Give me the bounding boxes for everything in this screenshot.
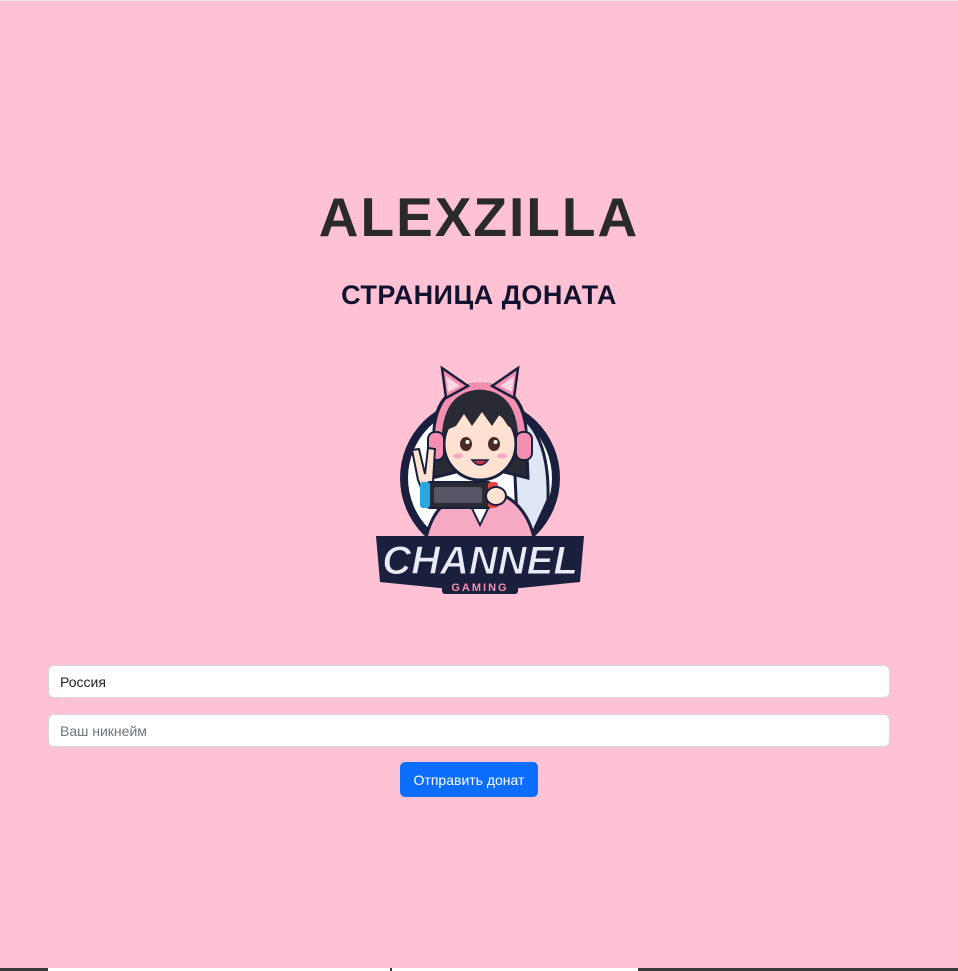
nickname-field[interactable] (48, 714, 890, 747)
page-title: ALEXZILLA (318, 186, 640, 248)
send-donation-button[interactable]: Отправить донат (400, 762, 538, 797)
channel-gaming-logo: CHANNEL GAMING (376, 365, 584, 594)
window-top-border (0, 0, 958, 1)
page-subtitle: СТРАНИЦА ДОНАТА (341, 280, 617, 310)
country-field[interactable] (48, 665, 890, 698)
logo-gaming-text: GAMING (451, 582, 508, 594)
logo-channel-text: CHANNEL (382, 539, 578, 583)
